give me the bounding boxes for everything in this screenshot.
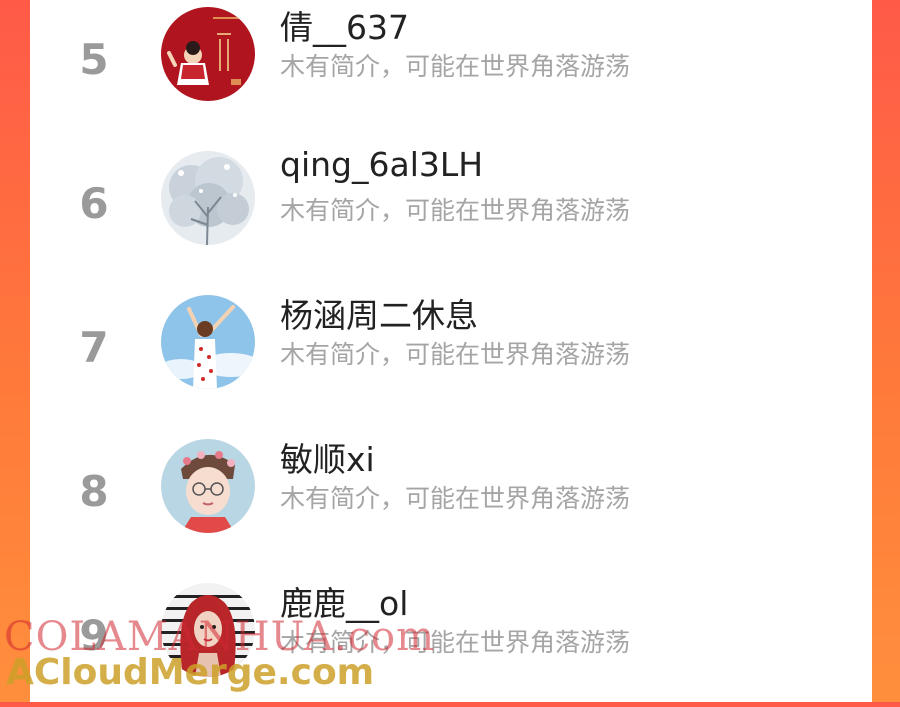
avatar[interactable] <box>161 295 255 389</box>
rank-number: 9 <box>79 610 109 660</box>
username[interactable]: qing_6al3LH <box>280 145 483 184</box>
avatar[interactable] <box>161 151 255 245</box>
rank-number: 8 <box>79 466 109 516</box>
avatar[interactable] <box>161 583 255 677</box>
avatar[interactable] <box>161 439 255 533</box>
user-bio: 木有简介，可能在世界角落游荡 <box>280 340 631 369</box>
username[interactable]: 鹿鹿__ol <box>280 577 408 625</box>
rank-number: 5 <box>79 34 109 84</box>
rank-number: 6 <box>79 178 109 228</box>
ranking-card: 5 倩__637 木有简介，可能在世界角落游荡 6 qing_6al3LH 木有… <box>30 0 872 702</box>
ranking-row[interactable]: 9 鹿鹿__ol 木有简介，可能在世界角落游荡 <box>30 563 872 707</box>
username[interactable]: 敏顺xi <box>280 433 375 481</box>
user-bio: 木有简介，可能在世界角落游荡 <box>280 484 631 513</box>
rank-number: 7 <box>79 322 109 372</box>
boy-with-glasses-avatar-icon <box>161 439 255 533</box>
sky-girl-avatar-icon <box>161 295 255 389</box>
ranking-row[interactable]: 5 倩__637 木有简介，可能在世界角落游荡 <box>30 0 872 131</box>
red-new-year-avatar-icon <box>161 7 255 101</box>
username[interactable]: 倩__637 <box>280 1 409 49</box>
snowy-tree-avatar-icon <box>161 151 255 245</box>
user-bio: 木有简介，可能在世界角落游荡 <box>280 628 631 657</box>
red-hair-girl-avatar-icon <box>161 583 255 677</box>
ranking-row[interactable]: 7 杨涵周二休息 木有简介，可能在世界角落游荡 <box>30 275 872 419</box>
user-bio: 木有简介，可能在世界角落游荡 <box>280 52 631 81</box>
ranking-row[interactable]: 6 qing_6al3LH 木有简介，可能在世界角落游荡 <box>30 131 872 275</box>
ranking-row[interactable]: 8 敏顺xi 木有简介，可能在世界角落游荡 <box>30 419 872 563</box>
username[interactable]: 杨涵周二休息 <box>280 289 478 337</box>
user-bio: 木有简介，可能在世界角落游荡 <box>280 196 631 225</box>
avatar[interactable] <box>161 7 255 101</box>
